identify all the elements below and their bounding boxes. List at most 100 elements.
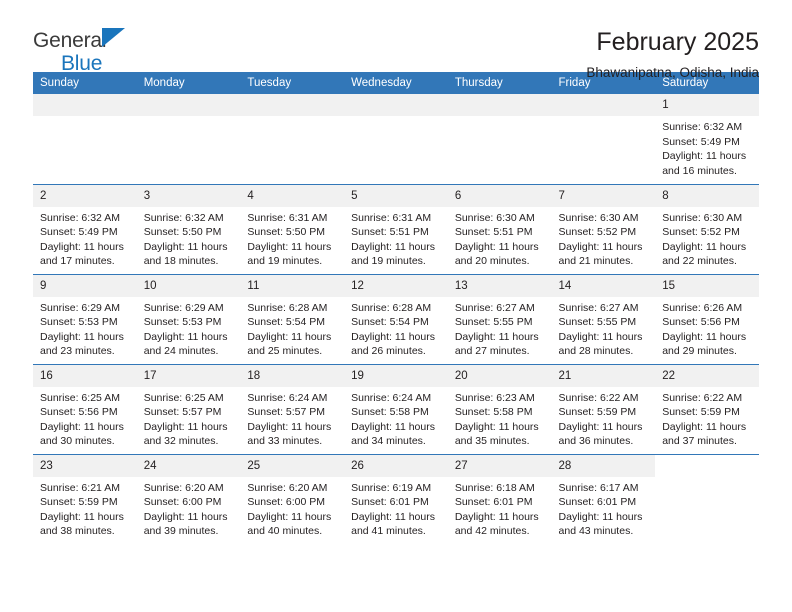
day-cell-8[interactable]: 8 Sunrise: 6:30 AM Sunset: 5:52 PM Daylight… [655, 183, 759, 274]
sunset-text: Sunset: 5:51 PM [351, 226, 429, 239]
day-cell-24[interactable]: 24 Sunrise: 6:20 AM Sunset: 6:00 PM Dayligh… [136, 453, 241, 544]
day-number: 19 [344, 364, 448, 387]
page-header: General Blue February 2025 Bhawanipatna,… [33, 0, 759, 80]
daylight-text-cont: and 16 minutes. [662, 164, 737, 177]
day-number: 11 [240, 274, 345, 297]
sunrise-text: Sunrise: 6:28 AM [247, 301, 328, 314]
generalblue-logo[interactable]: General Blue [33, 27, 153, 74]
day-cell-17[interactable]: 17 Sunrise: 6:25 AM Sunset: 5:57 PM Dayligh… [136, 363, 241, 454]
day-details: Sunrise: 6:31 AM Sunset: 5:50 PM Daylight:… [240, 207, 344, 269]
day-cell-16[interactable]: 16 Sunrise: 6:25 AM Sunset: 5:56 PM Dayligh… [33, 363, 137, 454]
day-cell-27[interactable]: 27 Sunrise: 6:18 AM Sunset: 6:01 PM Dayligh… [447, 453, 552, 544]
day-cell-19[interactable]: 19 Sunrise: 6:24 AM Sunset: 5:58 PM Dayligh… [344, 363, 448, 454]
day-details: Sunrise: 6:31 AM Sunset: 5:51 PM Daylight:… [344, 207, 448, 269]
day-cell-empty [33, 94, 137, 184]
page-title: February 2025 [596, 28, 759, 56]
sunset-text: Sunset: 5:50 PM [247, 226, 326, 239]
daylight-text: Daylight: 11 hours [558, 510, 643, 523]
day-details: Sunrise: 6:32 AM Sunset: 5:49 PM Daylight:… [33, 207, 137, 269]
daylight-text: Daylight: 11 hours [143, 420, 228, 433]
day-cell-empty [551, 94, 656, 184]
daylight-text: Daylight: 11 hours [662, 420, 747, 433]
day-cell-13[interactable]: 13 Sunrise: 6:27 AM Sunset: 5:55 PM Dayligh… [447, 273, 552, 364]
day-details: Sunrise: 6:21 AM Sunset: 5:59 PM Daylight:… [33, 477, 137, 539]
day-cell-9[interactable]: 9 Sunrise: 6:29 AM Sunset: 5:53 PM Daylight… [33, 273, 137, 364]
weekday-header-thursday: Thursday [447, 72, 552, 94]
daylight-text: Daylight: 11 hours [143, 330, 228, 343]
calendar-page: General Blue February 2025 Bhawanipatna,… [0, 0, 792, 612]
day-cell-26[interactable]: 26 Sunrise: 6:19 AM Sunset: 6:01 PM Dayligh… [344, 453, 448, 544]
sunrise-text: Sunrise: 6:30 AM [454, 211, 535, 224]
sunrise-text: Sunrise: 6:22 AM [662, 391, 743, 404]
sunset-text: Sunset: 5:59 PM [558, 406, 637, 419]
sunset-text: Sunset: 5:55 PM [454, 316, 533, 329]
sunrise-text: Sunrise: 6:20 AM [247, 481, 328, 494]
day-number: 27 [447, 454, 552, 477]
daylight-text-cont: and 17 minutes. [40, 255, 115, 268]
day-cell-1[interactable]: 1 Sunrise: 6:32 AM Sunset: 5:49 PM Daylight… [655, 94, 759, 184]
daylight-text-cont: and 36 minutes. [558, 435, 634, 448]
day-cell-23[interactable]: 23 Sunrise: 6:21 AM Sunset: 5:59 PM Dayligh… [33, 453, 137, 544]
daylight-text-cont: and 34 minutes. [351, 435, 426, 448]
sunset-text: Sunset: 5:55 PM [558, 316, 637, 329]
day-number: 24 [136, 454, 241, 477]
day-cell-7[interactable]: 7 Sunrise: 6:30 AM Sunset: 5:52 PM Daylight… [551, 183, 656, 274]
daylight-text: Daylight: 11 hours [351, 240, 435, 253]
daylight-text-cont: and 22 minutes. [662, 255, 737, 268]
day-details: Sunrise: 6:27 AM Sunset: 5:55 PM Daylight:… [552, 297, 656, 359]
daylight-text-cont: and 35 minutes. [454, 435, 530, 448]
day-cell-5[interactable]: 5 Sunrise: 6:31 AM Sunset: 5:51 PM Daylight… [344, 183, 448, 274]
day-cell-28[interactable]: 28 Sunrise: 6:17 AM Sunset: 6:01 PM Dayligh… [551, 453, 656, 544]
day-number: 14 [551, 274, 656, 297]
day-details: Sunrise: 6:30 AM Sunset: 5:52 PM Daylight:… [552, 207, 656, 269]
day-cell-15[interactable]: 15 Sunrise: 6:26 AM Sunset: 5:56 PM Dayligh… [655, 273, 759, 364]
sunset-text: Sunset: 6:01 PM [351, 496, 429, 509]
day-details: Sunrise: 6:20 AM Sunset: 6:00 PM Daylight:… [240, 477, 344, 539]
day-cell-6[interactable]: 6 Sunrise: 6:30 AM Sunset: 5:51 PM Daylight… [447, 183, 552, 274]
day-cell-11[interactable]: 11 Sunrise: 6:28 AM Sunset: 5:54 PM Dayligh… [240, 273, 345, 364]
daylight-text: Daylight: 11 hours [40, 420, 124, 433]
calendar-week-row: 23 Sunrise: 6:21 AM Sunset: 5:59 PM Dayligh… [33, 453, 759, 544]
day-number: 6 [447, 184, 552, 207]
day-cell-2[interactable]: 2 Sunrise: 6:32 AM Sunset: 5:49 PM Daylight… [33, 183, 137, 274]
day-details: Sunrise: 6:29 AM Sunset: 5:53 PM Daylight:… [137, 297, 241, 359]
day-number: 9 [33, 274, 137, 297]
day-number: 17 [136, 364, 241, 387]
daylight-text: Daylight: 11 hours [558, 420, 643, 433]
day-details: Sunrise: 6:29 AM Sunset: 5:53 PM Daylight:… [33, 297, 137, 359]
day-cell-10[interactable]: 10 Sunrise: 6:29 AM Sunset: 5:53 PM Dayligh… [136, 273, 241, 364]
day-details: Sunrise: 6:32 AM Sunset: 5:50 PM Daylight:… [137, 207, 241, 269]
day-cell-14[interactable]: 14 Sunrise: 6:27 AM Sunset: 5:55 PM Dayligh… [551, 273, 656, 364]
day-cell-4[interactable]: 4 Sunrise: 6:31 AM Sunset: 5:50 PM Daylight… [240, 183, 345, 274]
daylight-text: Daylight: 11 hours [143, 240, 228, 253]
daylight-text-cont: and 32 minutes. [143, 435, 219, 448]
sunrise-text: Sunrise: 6:32 AM [662, 121, 743, 133]
daylight-text-cont: and 39 minutes. [143, 525, 219, 538]
day-number: 28 [551, 454, 656, 477]
sunset-text: Sunset: 5:58 PM [454, 406, 533, 419]
daylight-text-cont: and 42 minutes. [454, 525, 530, 538]
day-cell-20[interactable]: 20 Sunrise: 6:23 AM Sunset: 5:58 PM Dayligh… [447, 363, 552, 454]
sunrise-text: Sunrise: 6:25 AM [40, 391, 120, 404]
sunset-text: Sunset: 5:49 PM [40, 226, 118, 239]
daylight-text: Daylight: 11 hours [454, 330, 539, 343]
sunrise-text: Sunrise: 6:23 AM [454, 391, 535, 404]
day-number: 20 [447, 364, 552, 387]
day-cell-21[interactable]: 21 Sunrise: 6:22 AM Sunset: 5:59 PM Dayligh… [551, 363, 656, 454]
day-details: Sunrise: 6:19 AM Sunset: 6:01 PM Daylight:… [344, 477, 448, 539]
daylight-text: Daylight: 11 hours [454, 510, 539, 523]
sunrise-text: Sunrise: 6:24 AM [247, 391, 328, 404]
calendar-week-row: 9 Sunrise: 6:29 AM Sunset: 5:53 PM Daylight… [33, 273, 759, 364]
sunset-text: Sunset: 5:53 PM [40, 316, 118, 329]
sunset-text: Sunset: 5:49 PM [662, 135, 740, 148]
sunrise-text: Sunrise: 6:31 AM [247, 211, 328, 224]
day-cell-25[interactable]: 25 Sunrise: 6:20 AM Sunset: 6:00 PM Dayligh… [240, 453, 345, 544]
day-details: Sunrise: 6:30 AM Sunset: 5:52 PM Daylight:… [655, 207, 759, 269]
day-cell-12[interactable]: 12 Sunrise: 6:28 AM Sunset: 5:54 PM Dayligh… [344, 273, 448, 364]
day-cell-18[interactable]: 18 Sunrise: 6:24 AM Sunset: 5:57 PM Dayligh… [240, 363, 345, 454]
day-cell-22[interactable]: 22 Sunrise: 6:22 AM Sunset: 5:59 PM Dayligh… [655, 363, 759, 454]
daylight-text: Daylight: 11 hours [351, 330, 435, 343]
logo-text-blue: Blue [61, 52, 103, 75]
day-cell-3[interactable]: 3 Sunrise: 6:32 AM Sunset: 5:50 PM Daylight… [136, 183, 241, 274]
day-number: 1 [655, 94, 759, 116]
